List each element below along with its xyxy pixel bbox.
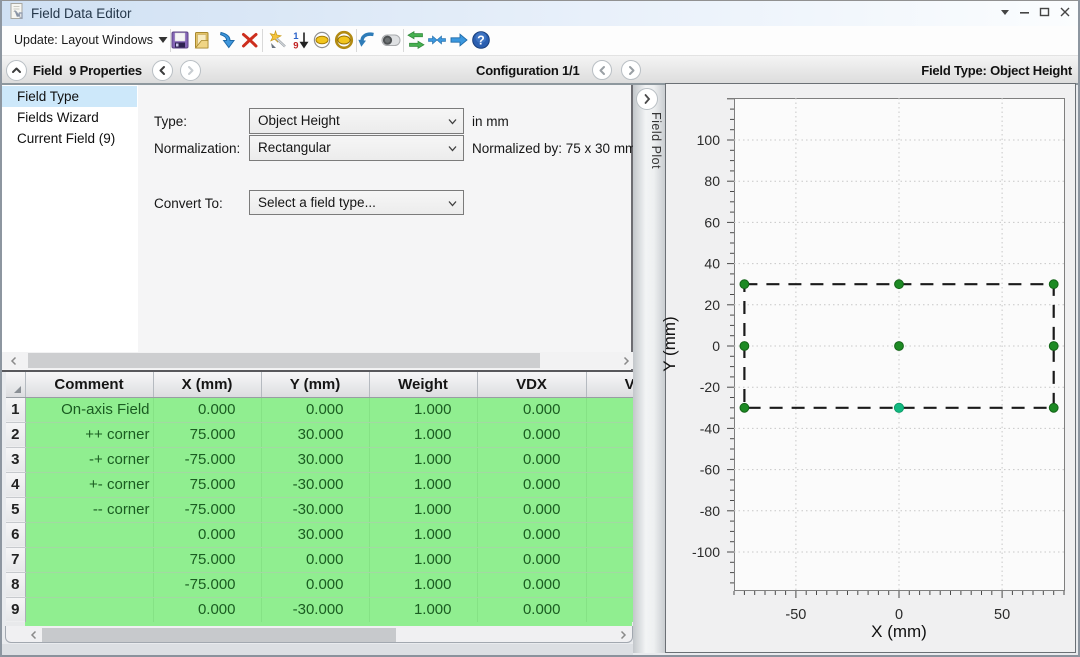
svg-text:0: 0 [712, 338, 720, 354]
svg-text:60: 60 [704, 214, 720, 230]
svg-text:80: 80 [704, 173, 720, 189]
svg-text:100: 100 [697, 132, 721, 148]
svg-text:-50: -50 [785, 607, 806, 623]
svg-text:20: 20 [704, 297, 720, 313]
svg-text:0: 0 [895, 607, 903, 623]
svg-text:50: 50 [994, 607, 1010, 623]
svg-text:-40: -40 [700, 420, 720, 436]
svg-text:-60: -60 [700, 462, 720, 478]
svg-text:Y (mm): Y (mm) [660, 316, 679, 371]
svg-text:-20: -20 [700, 379, 720, 395]
svg-text:X (mm): X (mm) [871, 622, 927, 641]
svg-text:40: 40 [704, 256, 720, 272]
svg-text:-100: -100 [692, 544, 720, 560]
svg-text:-80: -80 [700, 503, 720, 519]
